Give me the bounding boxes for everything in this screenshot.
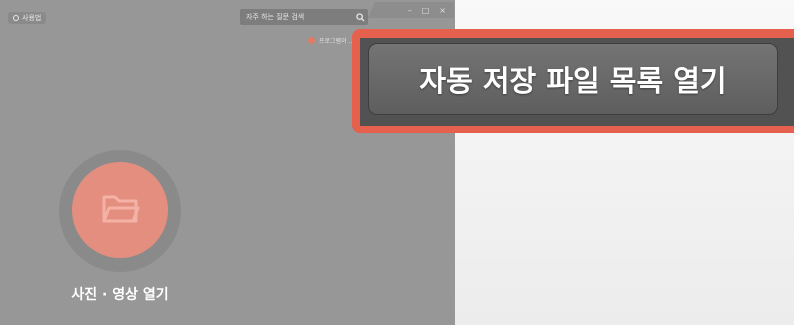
help-button-label: 사용법: [22, 14, 42, 22]
titlebar: 사용법 자주 하는 질문 검색 – □ ×: [0, 0, 455, 30]
info-icon: [13, 15, 19, 21]
minimize-button[interactable]: –: [408, 6, 412, 15]
search-input[interactable]: 자주 하는 질문 검색: [240, 12, 352, 22]
maximize-button[interactable]: □: [422, 6, 430, 15]
program-item-label: 프로그램이 ...: [319, 38, 355, 45]
open-autosave-list-button[interactable]: 자동 저장 파일 목록 열기: [368, 43, 778, 115]
faq-search[interactable]: 자주 하는 질문 검색: [240, 9, 368, 25]
folder-icon: [100, 191, 140, 229]
open-media-label: 사진 · 영상 열기: [71, 287, 169, 303]
program-badge-icon: [308, 37, 315, 44]
open-media-button[interactable]: [72, 162, 168, 258]
program-item[interactable]: 프로그램이 ...: [308, 36, 354, 45]
search-icon[interactable]: [352, 9, 368, 25]
close-button[interactable]: ×: [439, 6, 446, 15]
help-button[interactable]: 사용법: [8, 12, 47, 24]
window-controls: – □ ×: [368, 2, 454, 18]
